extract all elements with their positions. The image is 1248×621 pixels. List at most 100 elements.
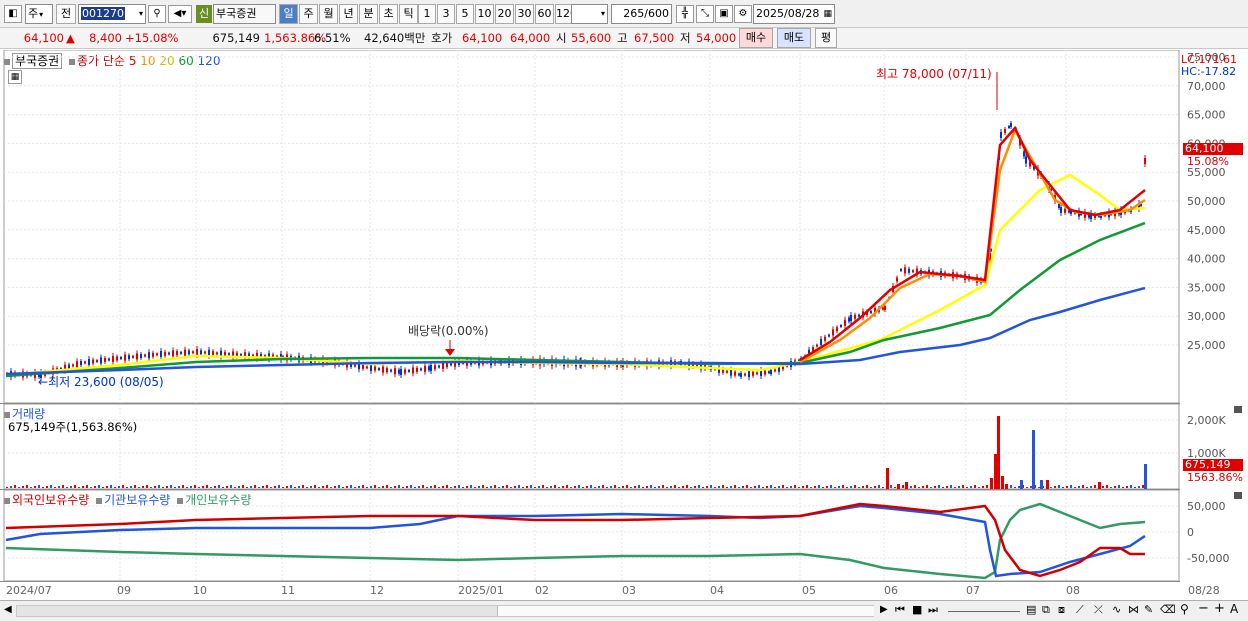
volume-bar — [1062, 487, 1064, 488]
calendar-icon[interactable]: ▦ — [823, 5, 832, 23]
volume-bar — [26, 485, 28, 488]
panel-close-icon[interactable] — [1234, 406, 1242, 413]
copy-icon[interactable]: ⧉ — [1042, 603, 1050, 617]
period-button[interactable]: 월 — [319, 4, 338, 24]
pattern-icon[interactable]: ⋈ — [1128, 603, 1139, 616]
interval-button[interactable]: 3 — [437, 4, 455, 24]
candle-body — [1000, 132, 1002, 138]
period-button[interactable]: 일 — [279, 4, 298, 24]
candle-body — [1004, 129, 1006, 133]
volume-bar — [718, 486, 720, 488]
candle-body — [848, 317, 850, 322]
draw-icon[interactable]: ✎ — [1144, 603, 1153, 616]
eval-button[interactable]: 평 — [815, 28, 837, 48]
date-field[interactable]: 2025/08/28 ▦ — [753, 4, 835, 24]
volume-bar — [1014, 487, 1016, 488]
sell-button[interactable]: 매도 — [777, 28, 811, 48]
scroll-right-icon[interactable]: ▶ — [880, 604, 888, 615]
zoom-icon[interactable]: ⚲ — [1180, 602, 1189, 616]
volume-bar — [1102, 486, 1104, 488]
candle-body — [156, 353, 158, 356]
save-icon[interactable]: ▣ — [715, 5, 733, 23]
volume-bar — [990, 478, 993, 489]
period-button[interactable]: 틱 — [399, 4, 418, 24]
high-price: 67,500 — [634, 31, 675, 45]
jump-start-icon[interactable]: ⏮ — [895, 603, 905, 617]
volume-bar — [330, 487, 332, 488]
period-button[interactable]: 초 — [379, 4, 398, 24]
search-icon[interactable]: ⚲ — [148, 5, 166, 23]
candle-body — [740, 373, 742, 377]
volume-bar — [318, 487, 320, 488]
period-button[interactable]: 분 — [359, 4, 378, 24]
period-button[interactable]: 년 — [339, 4, 358, 24]
compare-icon[interactable]: ⧇ — [1058, 603, 1065, 617]
chart-tool-icon[interactable]: ⤡ — [696, 5, 714, 23]
sound-icon[interactable]: ◀▾ — [168, 5, 192, 23]
volume-bar — [270, 487, 272, 488]
period-button[interactable]: 주 — [299, 4, 318, 24]
candle-type-icon[interactable]: ╬ — [676, 5, 694, 23]
volume-bar — [398, 485, 400, 488]
window-menu-icon[interactable]: ◧ — [4, 5, 22, 23]
volume-bar — [62, 485, 64, 488]
volume-bar — [722, 485, 724, 488]
percent-tag: 15.08% — [1187, 155, 1229, 168]
buy-button[interactable]: 매수 — [739, 28, 773, 48]
market-select[interactable]: 주▾ — [25, 4, 53, 24]
volume-bar — [254, 485, 256, 488]
panel-close-icon[interactable] — [1234, 492, 1242, 499]
interval-button[interactable]: 1 — [418, 4, 436, 24]
candle-body — [744, 373, 746, 376]
interval-button[interactable]: 5 — [456, 4, 474, 24]
interval-button[interactable]: 30 — [515, 4, 534, 24]
volume-bar — [298, 486, 300, 488]
candle-body — [176, 351, 178, 356]
scrollbar-track[interactable] — [16, 605, 874, 617]
volume-bar — [154, 486, 156, 488]
candle-body — [896, 277, 898, 282]
volume-bar — [914, 485, 916, 488]
candle-body — [148, 352, 150, 359]
ruler-icon[interactable]: ⤫ — [1094, 603, 1103, 617]
hc-label: HC:-17.82 — [1181, 65, 1237, 78]
scroll-left-icon[interactable]: ◀ — [4, 604, 12, 615]
volume-bar — [666, 487, 668, 488]
volume-bar — [334, 486, 336, 488]
zoom-out-icon[interactable]: − — [1198, 601, 1209, 616]
volume-bar — [50, 485, 52, 488]
custom-interval-select[interactable]: ▾ — [571, 4, 608, 24]
interval-button[interactable]: 60 — [535, 4, 554, 24]
jump-end-icon[interactable]: ⏭ — [928, 603, 938, 617]
volume-bar — [678, 487, 680, 488]
trendline-icon[interactable]: ⟋ — [1076, 603, 1084, 617]
zoom-in-icon[interactable]: + — [1214, 601, 1225, 616]
eraser-icon[interactable]: ⌫ — [1160, 603, 1176, 616]
volume-bar — [310, 486, 312, 488]
scrollbar-thumb[interactable] — [497, 606, 874, 616]
volume-bar — [194, 485, 196, 488]
interval-button[interactable]: 10 — [475, 4, 494, 24]
interval-button[interactable]: 20 — [495, 4, 514, 24]
volume-bar — [682, 486, 684, 488]
gear-icon[interactable]: ⚙ — [734, 5, 752, 23]
code-dropdown-icon[interactable]: ▾ — [139, 5, 143, 23]
zoom-slider[interactable] — [948, 611, 1020, 612]
volume-bar — [674, 485, 676, 488]
candle-body — [196, 349, 198, 355]
prev-button[interactable]: 전 — [56, 4, 76, 24]
code-input[interactable]: 001270 ▾ — [78, 4, 146, 24]
volume-bar — [514, 486, 516, 488]
layout-icon[interactable]: ▤ — [1026, 603, 1036, 616]
count-field[interactable]: 265/600 — [611, 4, 672, 24]
volume-bar — [882, 487, 884, 488]
stop-icon[interactable]: ■ — [912, 603, 922, 616]
candle-body — [844, 319, 846, 326]
volume-bar — [958, 486, 960, 488]
wave-icon[interactable]: ∿ — [1112, 603, 1121, 616]
candle-body — [756, 372, 758, 375]
volume-bar — [834, 487, 836, 488]
candle-body — [832, 329, 834, 336]
volume-bar — [758, 485, 760, 488]
font-size-icon[interactable]: A — [1230, 602, 1238, 616]
